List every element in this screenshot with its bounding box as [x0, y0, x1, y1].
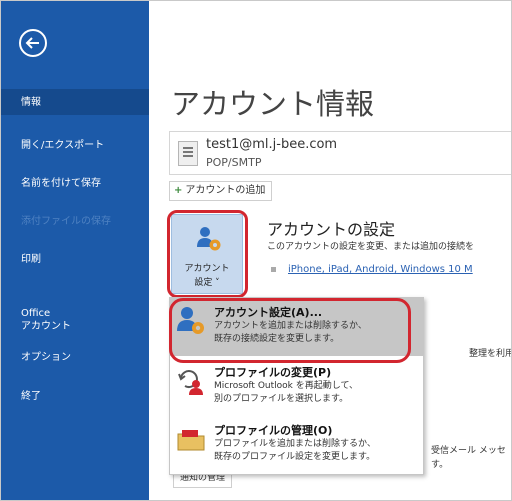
account-settings-button[interactable]: アカウント 設定 ˅: [171, 214, 243, 294]
account-type: POP/SMTP: [206, 156, 262, 169]
plus-icon: +: [174, 185, 183, 196]
outlook-backstage-window: 情報 開く/エクスポート 名前を付けて保存 添付ファイルの保存 印刷 Offic…: [0, 0, 512, 501]
bullet-icon: [271, 266, 276, 272]
manage-profiles-icon: [177, 430, 205, 451]
page-title: アカウント情報: [171, 87, 375, 121]
settings-button-label-1: アカウント: [184, 264, 230, 274]
back-arrow-icon[interactable]: [19, 29, 47, 57]
account-email: test1@ml.j-bee.com: [206, 137, 338, 152]
menu-item-title: プロファイルの変更(P): [214, 366, 332, 379]
sidebar-item-info[interactable]: 情報: [1, 89, 149, 115]
sidebar-item-label: 開く/エクスポート: [21, 140, 105, 151]
sidebar-item-print[interactable]: 印刷: [1, 253, 149, 266]
sidebar-item-label: 名前を付けて保存: [21, 178, 101, 189]
sidebar-item-options[interactable]: オプション: [1, 351, 149, 364]
account-settings-dropdown: アカウント設定(A)... アカウントを追加または削除するか、 既存の接続設定を変…: [169, 297, 424, 475]
account-settings-icon: [177, 307, 204, 334]
mail-account-icon: [178, 141, 198, 166]
sidebar-item-label: 印刷: [21, 254, 41, 265]
menu-item-change-profile[interactable]: プロファイルの変更(P) Microsoft Outlook を再起動して、 別の…: [170, 358, 423, 416]
mobile-device-link[interactable]: iPhone, iPad, Android, Windows 10 M: [271, 264, 473, 275]
sidebar-item-label: アカウント: [21, 321, 71, 332]
change-profile-icon: [178, 370, 203, 395]
device-link-label: iPhone, iPad, Android, Windows 10 M: [288, 264, 473, 275]
menu-item-account-settings[interactable]: アカウント設定(A)... アカウントを追加または削除するか、 既存の接続設定を変…: [170, 298, 423, 356]
background-text: 整理を利用して、: [469, 349, 511, 359]
sidebar-item-exit[interactable]: 終了: [1, 390, 149, 403]
sidebar-item-open-export[interactable]: 開く/エクスポート: [1, 139, 149, 152]
sidebar-item-label: 添付ファイルの保存: [21, 216, 111, 227]
account-settings-icon: [197, 227, 221, 251]
settings-button-label-2: 設定 ˅: [194, 278, 220, 288]
menu-item-description: プロファイルを追加または削除するか、 既存のプロファイル設定を変更します。: [214, 439, 376, 462]
sidebar-item-label: Office: [21, 308, 51, 319]
section-description: このアカウントの設定を変更、または追加の接続を: [267, 242, 475, 252]
menu-item-manage-profiles[interactable]: プロファイルの管理(O) プロファイルを追加または削除するか、 既存のプロファイル…: [170, 416, 423, 474]
sidebar-item-label: 終了: [21, 391, 41, 402]
background-text: す。: [431, 460, 449, 470]
backstage-sidebar: 情報 開く/エクスポート 名前を付けて保存 添付ファイルの保存 印刷 Offic…: [1, 1, 149, 500]
menu-item-description: アカウントを追加または削除するか、 既存の接続設定を変更します。: [214, 321, 367, 344]
add-account-button[interactable]: + アカウントの追加: [169, 181, 273, 201]
menu-item-title: プロファイルの管理(O): [214, 424, 333, 437]
sidebar-item-save-as[interactable]: 名前を付けて保存: [1, 177, 149, 190]
sidebar-item-save-attachments: 添付ファイルの保存: [1, 215, 149, 228]
sidebar-item-label: 情報: [21, 97, 41, 108]
section-title: アカウントの設定: [267, 220, 396, 239]
account-selector[interactable]: test1@ml.j-bee.com POP/SMTP: [169, 131, 511, 175]
background-text: 受信メール メッセ: [431, 446, 506, 456]
add-account-label: アカウントの追加: [185, 185, 266, 196]
sidebar-item-office-account[interactable]: Office アカウント: [1, 307, 149, 333]
menu-item-description: Microsoft Outlook を再起動して、 別のプロファイルを選択します。: [214, 381, 359, 404]
menu-item-title: アカウント設定(A)...: [214, 306, 323, 319]
sidebar-item-label: オプション: [21, 352, 71, 363]
